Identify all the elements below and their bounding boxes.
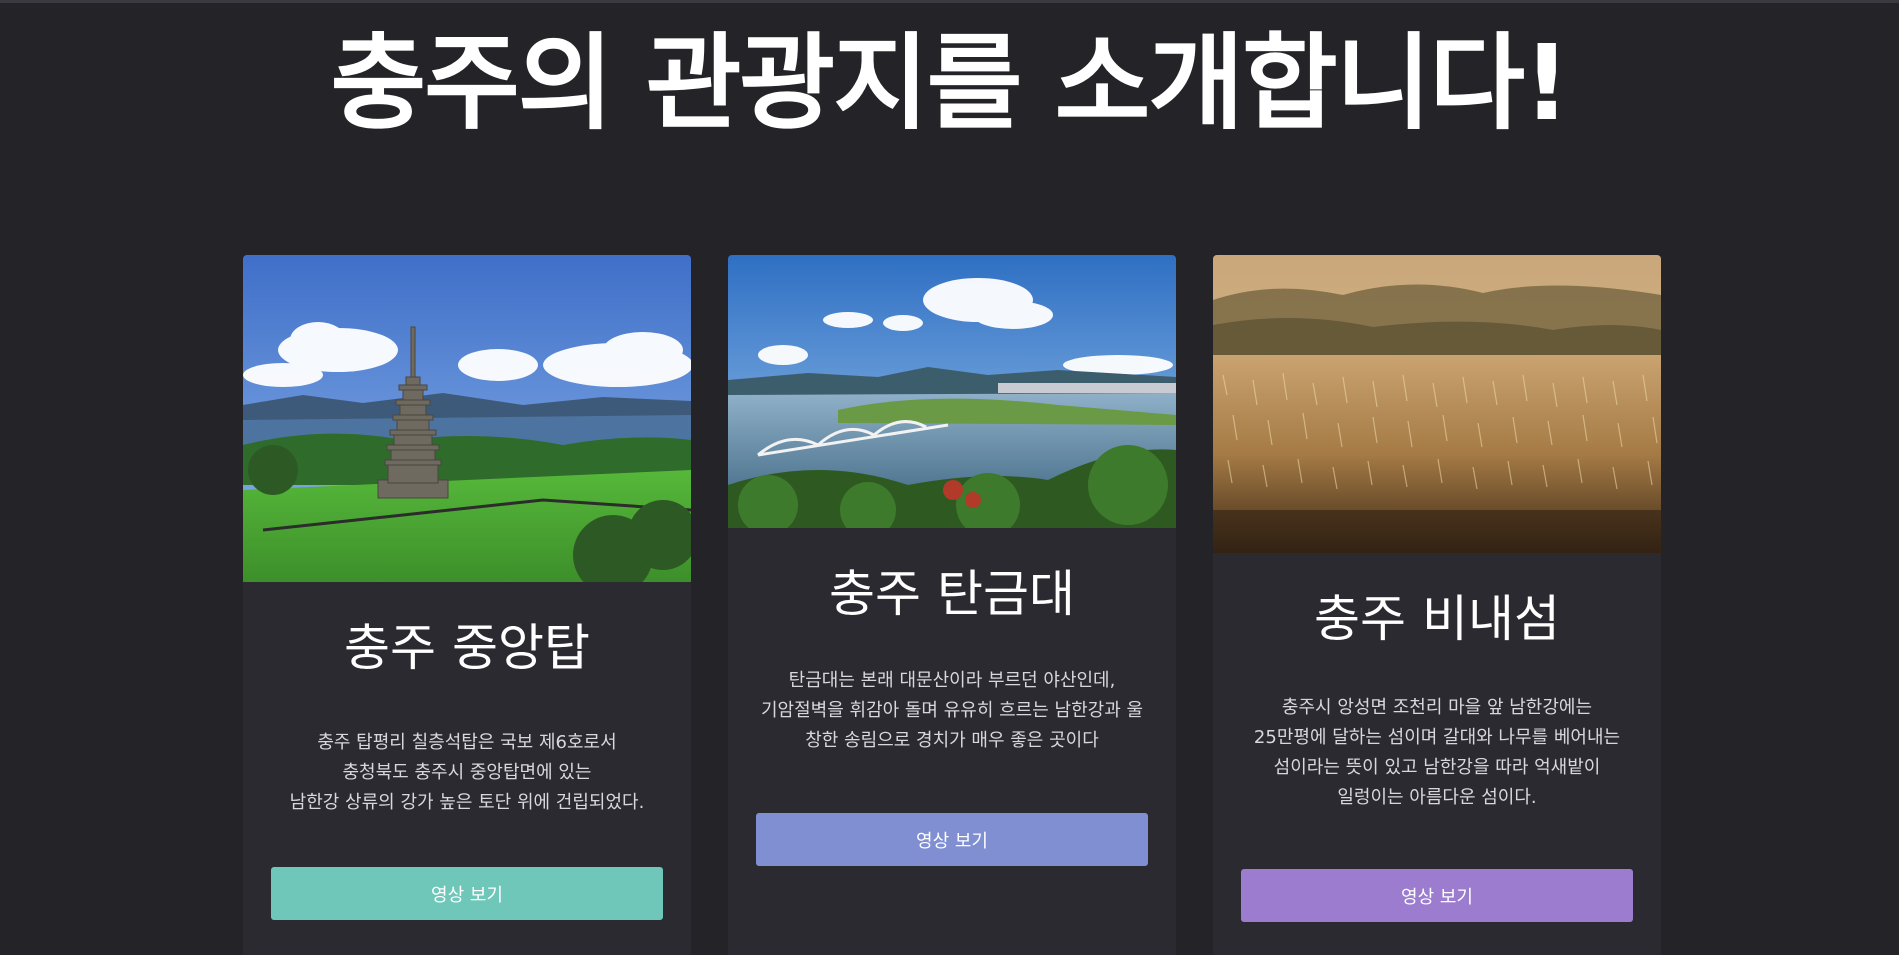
description-line: 탄금대는 본래 대문산이라 부르던 야산인데, xyxy=(788,670,1116,691)
card-description: 충주시 앙성면 조천리 마을 앞 남한강에는 25만평에 달하는 섬이며 갈대와… xyxy=(1213,693,1661,813)
page-title: 충주의 관광지를 소개합니다! xyxy=(330,22,1570,144)
description-line: 남한강 상류의 강가 높은 토단 위에 건립되었다. xyxy=(289,792,645,813)
watch-video-button[interactable]: 영상 보기 xyxy=(271,867,663,920)
card-description: 충주 탑평리 칠층석탑은 국보 제6호로서 충청북도 충주시 중앙탑면에 있는 … xyxy=(243,728,691,818)
pagoda-landscape-image xyxy=(243,255,691,582)
card-title: 충주 중앙탑 xyxy=(344,619,590,677)
watch-video-button[interactable]: 영상 보기 xyxy=(1241,869,1633,922)
top-border xyxy=(0,0,1899,3)
card-description: 탄금대는 본래 대문산이라 부르던 야산인데, 기암절벽을 휘감아 돌며 유유히… xyxy=(728,666,1176,756)
description-line: 일렁이는 아름다운 섬이다. xyxy=(1337,787,1537,808)
description-line: 섬이라는 뜻이 있고 남한강을 따라 억새밭이 xyxy=(1273,757,1601,778)
card-jungangtap: 충주 중앙탑 충주 탑평리 칠층석탑은 국보 제6호로서 충청북도 충주시 중앙… xyxy=(243,255,691,955)
description-line: 충청북도 충주시 중앙탑면에 있는 xyxy=(342,762,592,783)
description-line: 충주 탑평리 칠층석탑은 국보 제6호로서 xyxy=(317,732,617,753)
river-bridge-image xyxy=(728,255,1176,528)
description-line: 25만평에 달하는 섬이며 갈대와 나무를 베어내는 xyxy=(1253,727,1621,748)
watch-video-button[interactable]: 영상 보기 xyxy=(756,813,1148,866)
card-title: 충주 비내섬 xyxy=(1314,590,1560,648)
card-title: 충주 탄금대 xyxy=(829,565,1075,623)
card-tangeumdae: 충주 탄금대 탄금대는 본래 대문산이라 부르던 야산인데, 기암절벽을 휘감아… xyxy=(728,255,1176,955)
description-line: 충주시 앙성면 조천리 마을 앞 남한강에는 xyxy=(1281,697,1593,718)
card-binaeseom: 충주 비내섬 충주시 앙성면 조천리 마을 앞 남한강에는 25만평에 달하는 … xyxy=(1213,255,1661,955)
description-line: 창한 송림으로 경치가 매우 좋은 곳이다 xyxy=(805,730,1099,751)
description-line: 기암절벽을 휘감아 돌며 유유히 흐르는 남한강과 울 xyxy=(760,700,1144,721)
reed-field-image xyxy=(1213,255,1661,553)
